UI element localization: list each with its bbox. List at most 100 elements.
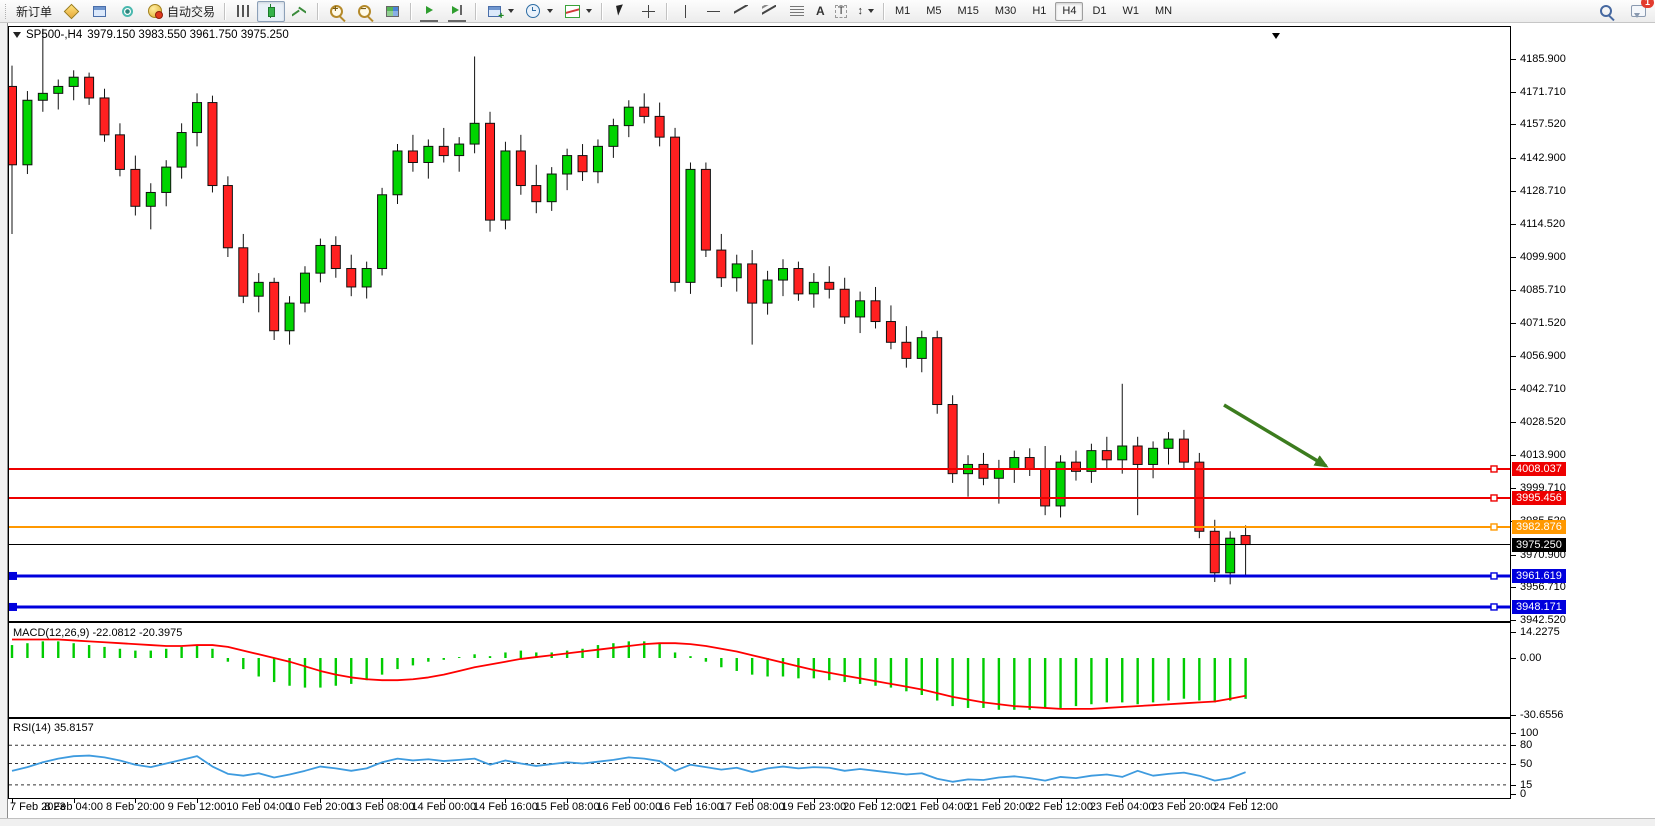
toolbar-separator	[317, 3, 318, 20]
crosshair-button[interactable]	[634, 1, 662, 22]
notification-badge: 1	[1641, 0, 1654, 8]
price-tick-label: 4114.520	[1520, 218, 1565, 230]
candlestick-chart-button[interactable]	[257, 1, 285, 22]
new-order-button[interactable]: 新订单	[11, 1, 57, 22]
tf-button-M15[interactable]: M15	[951, 2, 986, 21]
auto-trading-label: 自动交易	[167, 3, 215, 20]
auto-scroll-button[interactable]	[415, 1, 443, 22]
vertical-line-button[interactable]	[671, 1, 699, 22]
chart-shift-icon	[448, 1, 466, 22]
price-tick	[1511, 290, 1516, 291]
period-clock-icon	[524, 2, 542, 20]
price-tick	[1511, 59, 1516, 60]
arrows-icon: ↕	[857, 5, 863, 17]
arrows-tool-button[interactable]: ↕	[852, 1, 879, 22]
main-chart-panel[interactable]	[8, 26, 1511, 622]
price-tick-label: 3956.710	[1520, 581, 1566, 593]
zoom-out-button[interactable]: −	[350, 1, 378, 22]
text-label-tool-button[interactable]: T	[830, 1, 853, 22]
auto-scroll-icon	[420, 1, 438, 22]
price-axis[interactable]	[1511, 26, 1655, 799]
date-label: 10 Feb 04:00	[226, 801, 291, 813]
market-watch-button[interactable]	[113, 1, 141, 22]
text-label-icon: T	[835, 5, 848, 18]
rsi-axis-label: 0	[1520, 788, 1526, 800]
date-label: 13 Feb 08:00	[350, 801, 415, 813]
date-label: 23 Feb 04:00	[1090, 801, 1155, 813]
auto-trading-globe-icon	[146, 2, 164, 20]
chart-title[interactable]: SP500-,H4 3979.150 3983.550 3961.750 397…	[13, 29, 289, 41]
price-tick	[1511, 92, 1516, 93]
auto-trading-button[interactable]: 自动交易	[141, 1, 220, 22]
new-chart-button[interactable]: +	[480, 1, 519, 22]
macd-axis-tick	[1511, 715, 1516, 716]
price-tick	[1511, 323, 1516, 324]
rsi-panel[interactable]	[8, 718, 1511, 799]
rsi-axis-tick	[1511, 764, 1516, 765]
price-tick-label: 4157.520	[1520, 118, 1566, 130]
price-tick	[1511, 224, 1516, 225]
macd-axis-tick	[1511, 658, 1516, 659]
tf-button-MN[interactable]: MN	[1148, 2, 1179, 21]
new-order-label: 新订单	[16, 3, 52, 20]
search-icon[interactable]	[1597, 2, 1615, 20]
price-tick-label: 4185.900	[1520, 53, 1566, 65]
tf-button-W1[interactable]: W1	[1116, 2, 1147, 21]
macd-axis-tick	[1511, 632, 1516, 633]
tf-button-H1[interactable]: H1	[1025, 2, 1053, 21]
cursor-icon	[611, 2, 629, 20]
price-tick-label: 4171.710	[1520, 86, 1566, 98]
text-tool-button[interactable]: A	[811, 1, 830, 22]
tf-button-M5[interactable]: M5	[919, 2, 948, 21]
chart-ohlc-values: 3979.150 3983.550 3961.750 3975.250	[87, 29, 288, 41]
chart-shift-marker[interactable]	[1272, 26, 1280, 44]
vertical-line-icon	[676, 2, 694, 20]
toolbar-separator	[601, 3, 602, 20]
macd-panel[interactable]	[8, 622, 1511, 718]
chevron-down-icon	[868, 9, 874, 13]
tf-button-D1[interactable]: D1	[1085, 2, 1113, 21]
date-label: 19 Feb 23:00	[781, 801, 846, 813]
tf-button-H4[interactable]: H4	[1055, 2, 1083, 21]
cursor-button[interactable]	[606, 1, 634, 22]
notifications-button[interactable]: 1	[1629, 2, 1647, 20]
price-tick	[1511, 620, 1516, 621]
line-chart-button[interactable]	[285, 1, 313, 22]
date-label: 14 Feb 16:00	[473, 801, 538, 813]
chevron-down-icon	[586, 9, 592, 13]
tile-windows-button[interactable]	[378, 1, 406, 22]
equidistant-channel-button[interactable]	[755, 1, 783, 22]
price-tick-label: 4042.710	[1520, 383, 1566, 395]
date-label: 23 Feb 20:00	[1151, 801, 1216, 813]
tf-button-M30[interactable]: M30	[988, 2, 1023, 21]
date-label: 17 Feb 08:00	[720, 801, 785, 813]
price-line-label: 3975.250	[1512, 538, 1566, 552]
horizontal-line-button[interactable]	[699, 1, 727, 22]
macd-axis-label: 0.00	[1520, 652, 1541, 664]
chart-window-button[interactable]	[85, 1, 113, 22]
main-toolbar: 新订单 自动交易 + − + A T ↕ M1M	[0, 0, 1655, 23]
trendline-button[interactable]	[727, 1, 755, 22]
chart-shift-button[interactable]	[443, 1, 471, 22]
tf-button-M1[interactable]: M1	[888, 2, 917, 21]
date-label: 14 Feb 00:00	[411, 801, 476, 813]
rsi-axis-tick	[1511, 733, 1516, 734]
toolbar-separator	[410, 3, 411, 20]
price-line-label: 3982.876	[1512, 520, 1566, 534]
price-tick-label: 4128.710	[1520, 185, 1566, 197]
crosshair-icon	[639, 2, 657, 20]
price-line-label: 4008.037	[1512, 462, 1566, 476]
period-button[interactable]	[519, 1, 558, 22]
yellow-diamond-button[interactable]	[57, 1, 85, 22]
bar-chart-button[interactable]	[229, 1, 257, 22]
macd-indicator-label: MACD(12,26,9) -22.0812 -20.3975	[13, 627, 182, 639]
indicators-button[interactable]	[558, 1, 597, 22]
price-tick	[1511, 191, 1516, 192]
price-line-label: 3995.456	[1512, 491, 1566, 505]
zoom-in-button[interactable]: +	[322, 1, 350, 22]
date-label: 16 Feb 16:00	[658, 801, 723, 813]
toolbar-grip[interactable]	[5, 4, 9, 19]
fibonacci-button[interactable]	[783, 1, 811, 22]
rsi-axis-label: 50	[1520, 758, 1532, 770]
mt4-window: 新订单 自动交易 + − + A T ↕ M1M	[0, 0, 1655, 826]
